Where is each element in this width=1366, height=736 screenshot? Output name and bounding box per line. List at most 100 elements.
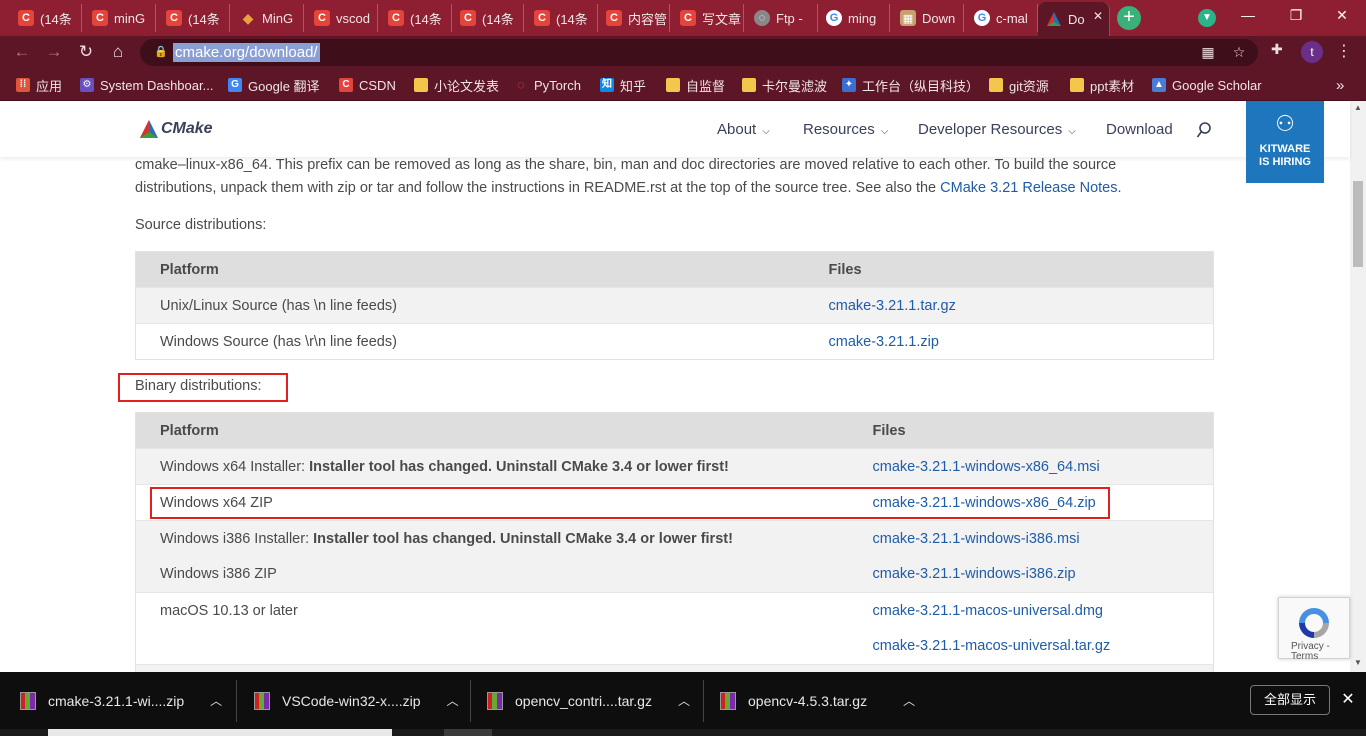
bookmark-folder[interactable]: 小论文发表 <box>414 76 499 94</box>
tab-1[interactable]: C minG <box>84 4 156 32</box>
nav-label: About <box>717 121 757 138</box>
bookmark-folder[interactable]: 自监督 <box>666 76 725 94</box>
url-text[interactable]: cmake.org/download/ <box>173 43 320 62</box>
recaptcha-badge[interactable]: Privacy - Terms <box>1278 597 1350 662</box>
file-link[interactable]: cmake-3.21.1.tar.gz <box>829 298 956 314</box>
bookmark-system-dashboard[interactable]: ⚙ System Dashboar... <box>80 76 213 94</box>
file-link[interactable]: cmake-3.21.1-windows-x86_64.msi <box>873 459 1100 475</box>
csdn-icon: C <box>680 10 696 26</box>
column-header: Files <box>804 251 1214 288</box>
tab-12[interactable]: ▦ Down <box>892 4 964 32</box>
file-link[interactable]: cmake-3.21.1-windows-i386.msi <box>873 531 1080 547</box>
forward-icon[interactable]: → <box>42 40 66 64</box>
bookmark-apps[interactable]: ⁞⁞ 应用 <box>16 76 62 94</box>
cmake-logo[interactable]: CMake <box>139 119 213 139</box>
chevron-down-icon: ⌵ <box>1068 126 1076 137</box>
chevron-up-icon[interactable]: ︿ <box>210 692 222 709</box>
release-notes-link[interactable]: CMake 3.21 Release Notes <box>940 180 1117 196</box>
tab-11[interactable]: G ming <box>818 4 890 32</box>
minimize-icon[interactable]: — <box>1228 4 1268 26</box>
nav-about[interactable]: About ⌵ <box>717 121 770 138</box>
scrollbar-thumb[interactable] <box>1353 181 1363 267</box>
bookmark-folder[interactable]: 卡尔曼滤波 <box>742 76 827 94</box>
bookmark-star-icon[interactable]: ☆ <box>1230 43 1248 61</box>
profile-avatar[interactable]: t <box>1301 41 1323 63</box>
download-item[interactable]: VSCode-win32-x....zip ︿ <box>254 672 459 729</box>
installer-warning: Installer tool has changed. Uninstall CM… <box>313 530 733 547</box>
show-all-downloads-button[interactable]: 全部显示 <box>1250 685 1330 715</box>
download-item[interactable]: opencv-4.5.3.tar.gz ︿ <box>720 672 915 729</box>
tab-6[interactable]: C (14条 <box>452 4 524 32</box>
chevron-down-icon: ⌵ <box>880 126 889 137</box>
bookmark-zhihu[interactable]: 知 知乎 <box>600 76 646 94</box>
close-tab-icon[interactable]: ✕ <box>1091 9 1105 23</box>
bookmark-workbench[interactable]: ✦ 工作台（纵目科技） <box>842 76 979 94</box>
tab-7[interactable]: C (14条 <box>526 4 598 32</box>
chevron-up-icon[interactable]: ︿ <box>447 692 459 709</box>
tab-9[interactable]: C 写文章 <box>672 4 744 32</box>
tab-0[interactable]: C (14条 <box>10 4 82 32</box>
kitware-hiring-banner[interactable]: ⚇ KITWARE IS HIRING <box>1246 101 1324 183</box>
bookmark-folder[interactable]: git资源 <box>989 76 1049 94</box>
tab-8[interactable]: C 内容管 <box>598 4 670 32</box>
bookmark-google-translate[interactable]: G Google 翻译 <box>228 76 320 94</box>
page-scrollbar[interactable]: ▲ ▼ <box>1350 101 1366 672</box>
reload-icon[interactable]: ↻ <box>74 40 98 64</box>
chevron-up-icon[interactable]: ︿ <box>903 692 915 709</box>
tab-5[interactable]: C (14条 <box>380 4 452 32</box>
bookmark-pytorch[interactable]: ◌ PyTorch <box>514 76 581 94</box>
file-link[interactable]: cmake-3.21.1-macos-universal.tar.gz <box>873 638 1111 654</box>
tab-label: Ftp - <box>776 10 803 26</box>
window-close-icon[interactable]: ✕ <box>1322 4 1362 26</box>
download-item[interactable]: cmake-3.21.1-wi....zip ︿ <box>20 672 222 729</box>
image-icon: ▦ <box>900 10 916 26</box>
tab-4[interactable]: C vscod <box>306 4 378 32</box>
bookmark-csdn[interactable]: C CSDN <box>339 76 396 94</box>
file-link[interactable]: cmake-3.21.1-windows-i386.zip <box>873 566 1076 582</box>
download-item[interactable]: opencv_contri....tar.gz ︿ <box>487 672 690 729</box>
bookmark-folder[interactable]: ppt素材 <box>1070 76 1134 94</box>
column-header: Platform <box>135 251 805 288</box>
archive-file-icon <box>20 691 36 710</box>
google-icon: G <box>974 10 990 26</box>
bookmark-google-scholar[interactable]: ▲ Google Scholar <box>1152 76 1262 94</box>
tab-label: MinG <box>262 10 294 26</box>
search-icon[interactable] <box>1196 121 1212 139</box>
home-icon[interactable]: ⌂ <box>106 40 130 64</box>
taskbar-item[interactable] <box>444 729 492 736</box>
nav-download[interactable]: Download <box>1106 121 1173 138</box>
csdn-icon: C <box>18 10 34 26</box>
address-bar[interactable]: 🔒 cmake.org/download/ ▦ ☆ <box>140 39 1258 66</box>
file-link[interactable]: cmake-3.21.1.zip <box>829 334 939 350</box>
tab-2[interactable]: C (14条 <box>158 4 230 32</box>
file-link[interactable]: cmake-3.21.1-macos-universal.dmg <box>873 603 1103 619</box>
chevron-up-icon[interactable]: ︿ <box>678 692 690 709</box>
nav-developer-resources[interactable]: Developer Resources ⌵ <box>918 121 1076 138</box>
new-tab-button[interactable]: + <box>1117 6 1141 30</box>
tab-label: (14条 <box>556 11 588 27</box>
restore-icon[interactable]: ❐ <box>1276 4 1316 26</box>
platform-cell: Windows x64 Installer: Installer tool ha… <box>135 448 849 485</box>
bookmark-label: 知乎 <box>620 78 647 94</box>
shelf-divider <box>236 680 237 722</box>
tab-search-icon[interactable]: ▼ <box>1198 9 1216 27</box>
nav-resources[interactable]: Resources ⌵ <box>803 121 888 138</box>
close-shelf-icon[interactable]: ✕ <box>1340 689 1356 709</box>
more-bookmarks-icon[interactable]: » <box>1336 76 1344 94</box>
tab-10[interactable]: ◌ Ftp - <box>746 4 818 32</box>
tab-3[interactable]: ◆ MinG <box>232 4 304 32</box>
scroll-down-icon[interactable]: ▼ <box>1350 656 1366 670</box>
recaptcha-text[interactable]: Privacy - Terms <box>1291 642 1349 662</box>
platform-name: Windows x64 Installer: <box>160 458 310 475</box>
nav-label: Download <box>1106 121 1173 138</box>
scroll-up-icon[interactable]: ▲ <box>1350 101 1366 115</box>
extensions-puzzle-icon[interactable]: ✚ <box>1271 41 1289 59</box>
back-icon[interactable]: ← <box>10 40 34 64</box>
tab-13[interactable]: G c-mal <box>966 4 1038 32</box>
qr-code-icon[interactable]: ▦ <box>1199 43 1217 61</box>
taskbar-search-box[interactable] <box>48 729 392 736</box>
dashboard-icon: ⚙ <box>80 78 94 92</box>
tab-active[interactable]: Do ✕ <box>1038 2 1110 36</box>
tab-strip: C (14条 C minG C (14条 ◆ MinG C vscod C (1… <box>0 0 1366 36</box>
browser-menu-icon[interactable]: ⋮ <box>1336 41 1352 63</box>
